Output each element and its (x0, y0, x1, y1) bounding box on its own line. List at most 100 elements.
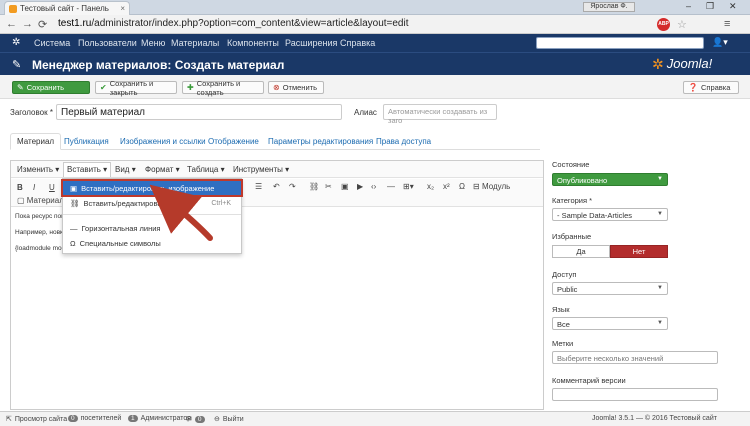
language-select[interactable]: Все ▼ (552, 317, 668, 330)
back-icon[interactable]: ← (6, 18, 17, 30)
menu-tools[interactable]: Инструменты ▾ (233, 165, 289, 174)
content-line: {loadmodule moc (15, 245, 65, 252)
insert-dropdown: ▣ Вставить/редактировать изображение ⛓ Вст… (61, 178, 243, 254)
help-icon: ❓ (688, 83, 698, 92)
alias-input[interactable]: Автоматически создавать из заго (383, 104, 497, 125)
category-label: Категория * (552, 196, 593, 205)
plus-icon: ✚ (187, 83, 194, 92)
help-button[interactable]: ❓ Справка (683, 81, 739, 94)
insert-link-item[interactable]: ⛓ Вставить/редактировать ссылку Ctrl+K (63, 196, 241, 210)
access-select[interactable]: Public ▼ (552, 282, 668, 295)
edit-pencil-icon: ✎ (12, 59, 22, 71)
chevron-down-icon: ▼ (657, 211, 663, 217)
bookmark-star-icon[interactable]: ☆ (677, 18, 687, 31)
tab-content[interactable]: Материал (10, 133, 62, 150)
nav-menus[interactable]: Меню (141, 38, 165, 48)
image-icon[interactable]: ▣ (341, 182, 349, 191)
insert-hr-item[interactable]: — Горизонтальная линия (63, 221, 241, 235)
nav-users[interactable]: Пользователи (78, 38, 137, 48)
visitors-indicator: 0 посетителей (68, 415, 121, 422)
module-button[interactable]: ⊟ Модуль (473, 182, 510, 191)
messages-indicator[interactable]: ✉ 0 (186, 415, 205, 423)
tags-label: Метки (552, 339, 574, 348)
featured-no-button[interactable]: Нет (610, 245, 668, 258)
align-justify-icon[interactable]: ☰ (255, 182, 262, 191)
joomla-logo-icon: ✲ (652, 55, 664, 72)
logout-link[interactable]: ⊖ Выйти (214, 415, 244, 424)
status-select[interactable]: Опубликовано ▼ (552, 173, 668, 186)
redo-icon[interactable]: ↷ (289, 182, 296, 191)
tags-input[interactable]: Выберите несколько значений (552, 351, 718, 364)
subscript-icon[interactable]: x₂ (427, 182, 434, 191)
bold-button[interactable]: B (17, 183, 23, 192)
link-icon[interactable]: ⛓ (309, 182, 319, 191)
editor-content[interactable]: Пока ресурс пои Например, новк {loadmodu… (15, 213, 65, 261)
menu-edit[interactable]: Изменить ▾ (17, 165, 59, 174)
chevron-down-icon: ▼ (657, 176, 663, 182)
italic-button[interactable]: I (33, 183, 35, 192)
tab-images-links[interactable]: Изображения и ссылки (120, 137, 206, 146)
tab-display[interactable]: Отображение (208, 137, 259, 146)
insert-image-item[interactable]: ▣ Вставить/редактировать изображение (61, 179, 243, 197)
title-label: Заголовок * (10, 108, 53, 117)
version-note-label: Комментарий версии (552, 376, 626, 385)
menu-insert[interactable]: Вставить ▾ (63, 162, 112, 177)
language-label: Язык (552, 305, 570, 314)
hr-icon: — (70, 223, 78, 233)
save-new-button[interactable]: ✚ Сохранить и создать (182, 79, 264, 97)
admin-search-input[interactable] (536, 37, 704, 49)
reload-icon[interactable]: ⟳ (38, 18, 47, 31)
nav-extensions[interactable]: Расширения (285, 38, 337, 48)
featured-yes-button[interactable]: Да (552, 245, 610, 258)
tab-close-icon[interactable]: × (120, 4, 125, 13)
superscript-icon[interactable]: x² (443, 182, 450, 191)
menu-format[interactable]: Формат ▾ (145, 165, 180, 174)
browser-user-label[interactable]: Ярослав Ф. (583, 2, 635, 12)
table-icon[interactable]: ⊞▾ (403, 182, 414, 191)
nav-help[interactable]: Справка (340, 38, 375, 48)
title-input[interactable]: Первый материал (56, 104, 342, 120)
article-button[interactable]: ▢ Материал (17, 196, 64, 205)
menu-table[interactable]: Таблица ▾ (187, 165, 225, 174)
insert-special-char-item[interactable]: Ω Специальные символы (63, 236, 241, 250)
save-close-button[interactable]: ✔ Сохранить и закрыть (95, 79, 177, 97)
status-label: Состояние (552, 160, 590, 169)
menu-view[interactable]: Вид ▾ (115, 165, 136, 174)
nav-components[interactable]: Компоненты (227, 38, 279, 48)
browser-menu-icon[interactable]: ≡ (724, 18, 730, 30)
minimize-icon[interactable]: – (686, 1, 691, 11)
joomla-icon[interactable]: ✲ (12, 37, 23, 48)
chevron-down-icon: ▼ (657, 285, 663, 291)
tab-publishing[interactable]: Публикация (64, 137, 109, 146)
url-field[interactable]: test1.ru/administrator/index.php?option=… (58, 18, 409, 29)
user-menu-icon[interactable]: 👤▾ (712, 37, 728, 48)
hr-icon[interactable]: — (387, 182, 395, 191)
unlink-icon[interactable]: ✂ (325, 182, 332, 191)
nav-system[interactable]: Система (34, 38, 70, 48)
editor-menubar: Изменить ▾ Вставить ▾ Вид ▾ Формат ▾ Таб… (11, 161, 543, 178)
underline-button[interactable]: U (49, 183, 55, 192)
undo-icon[interactable]: ↶ (273, 182, 280, 191)
copyright-text: Joomla! 3.5.1 — © 2016 Тестовый сайт (592, 415, 717, 422)
nav-content[interactable]: Материалы (171, 38, 219, 48)
adblock-icon[interactable]: ABP (657, 18, 670, 31)
content-line: Например, новк (15, 229, 63, 236)
forward-icon[interactable]: → (22, 18, 33, 30)
tab-editor-params[interactable]: Параметры редактирования (268, 137, 373, 146)
code-icon[interactable]: ‹› (371, 182, 376, 191)
tab-permissions[interactable]: Права доступа (376, 137, 431, 146)
save-button[interactable]: ✎ Сохранить (12, 81, 90, 94)
maximize-icon[interactable]: ❐ (706, 1, 714, 12)
browser-tab[interactable]: Тестовый сайт - Панель × (4, 1, 130, 15)
category-select[interactable]: - Sample Data-Articles ▼ (552, 208, 668, 221)
version-note-input[interactable] (552, 388, 718, 401)
image-icon: ▣ (70, 183, 78, 193)
cancel-button[interactable]: ⊗ Отменить (268, 81, 324, 94)
close-window-icon[interactable]: ✕ (729, 1, 737, 12)
featured-label: Избранные (552, 232, 592, 241)
special-char-icon[interactable]: Ω (459, 182, 465, 191)
action-toolbar: ✎ Сохранить ✔ Сохранить и закрыть ✚ Сохрани… (0, 75, 750, 99)
media-icon[interactable]: ▶ (357, 182, 363, 191)
view-site-link[interactable]: ⇱ Просмотр сайта (6, 415, 67, 424)
admins-count-badge: 1 (128, 415, 138, 422)
